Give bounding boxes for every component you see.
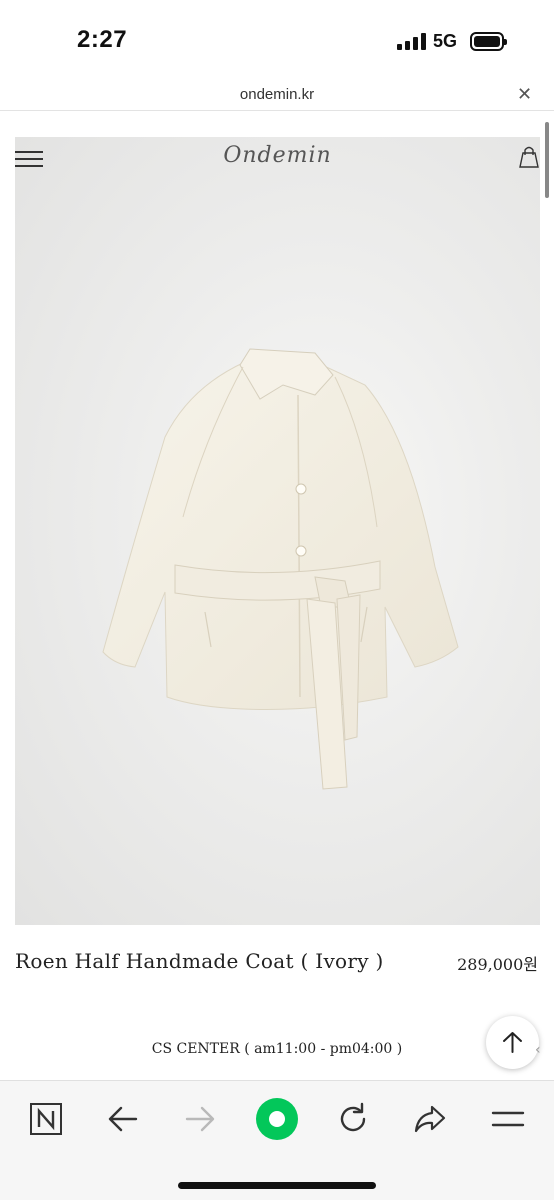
url-bar[interactable]: ondemin.kr ✕ xyxy=(0,80,554,111)
green-circle-icon[interactable] xyxy=(254,1096,300,1142)
chevron-left-icon[interactable]: ‹ xyxy=(535,1042,541,1058)
cs-center-hours: CS CENTER ( am11:00 - pm04:00 ) xyxy=(151,1041,403,1057)
battery-icon xyxy=(470,32,507,51)
signal-strength-icon xyxy=(397,33,427,50)
scroll-to-top-button[interactable] xyxy=(486,1016,539,1069)
url-text[interactable]: ondemin.kr xyxy=(0,86,554,103)
status-bar: 2:27 5G xyxy=(0,0,554,80)
status-time: 2:27 xyxy=(77,26,128,53)
forward-icon[interactable] xyxy=(180,1099,220,1139)
menu-icon[interactable] xyxy=(488,1099,528,1139)
product-image-area: Ondemin xyxy=(15,137,540,925)
home-indicator[interactable] xyxy=(178,1182,376,1189)
page-scrollbar[interactable] xyxy=(545,122,549,198)
close-icon[interactable]: ✕ xyxy=(517,84,532,105)
site-logo[interactable]: Ondemin xyxy=(15,143,540,168)
share-icon[interactable] xyxy=(410,1099,450,1139)
naver-icon[interactable] xyxy=(26,1099,66,1139)
product-price: 289,000원 xyxy=(457,955,538,974)
back-icon[interactable] xyxy=(103,1099,143,1139)
product-image[interactable] xyxy=(15,137,540,925)
network-type: 5G xyxy=(433,31,458,51)
shopping-bag-icon[interactable] xyxy=(518,145,540,169)
arrow-up-icon xyxy=(503,1032,522,1053)
product-name[interactable]: Roen Half Handmade Coat ( Ivory ) xyxy=(15,949,384,973)
reload-icon[interactable] xyxy=(333,1099,373,1139)
